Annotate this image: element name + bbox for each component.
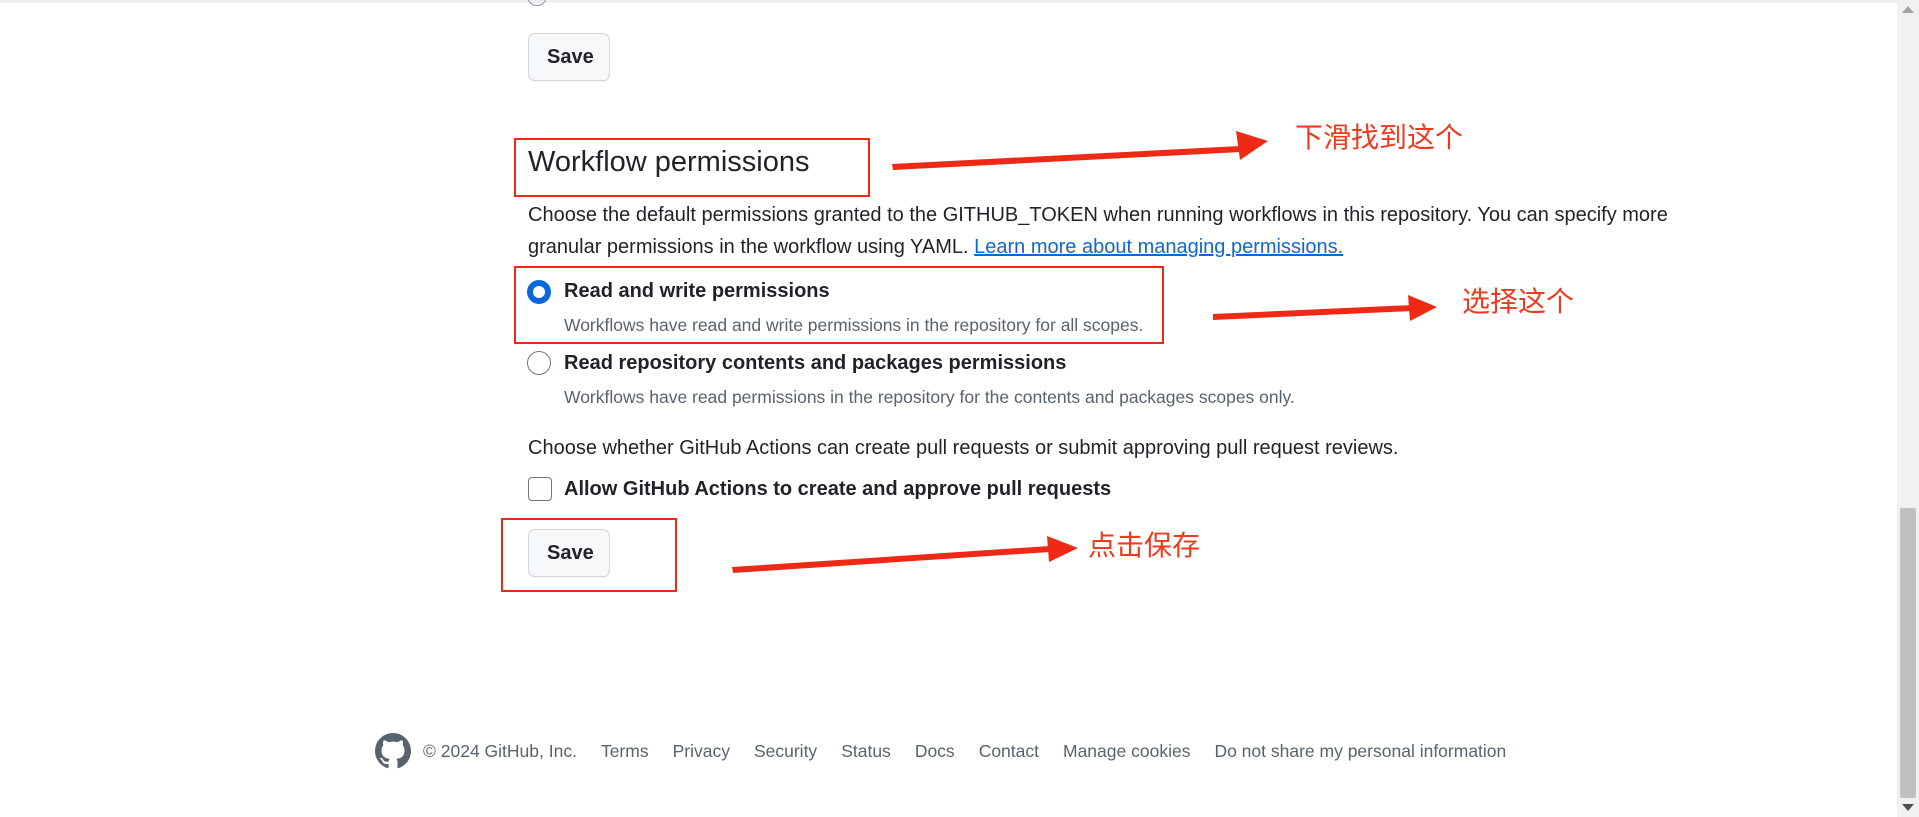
footer-link-status[interactable]: Status — [841, 741, 891, 762]
save-button-previous-section[interactable]: Save — [528, 33, 610, 81]
footer-link-manage-cookies[interactable]: Manage cookies — [1063, 741, 1190, 762]
annotation-save-hint: 点击保存 — [1088, 529, 1201, 562]
site-footer: © 2024 GitHub, Inc. Terms Privacy Securi… — [375, 733, 1530, 769]
footer-link-security[interactable]: Security — [754, 741, 817, 762]
top-divider — [0, 0, 1919, 3]
annotation-arrow-scroll — [892, 146, 1241, 170]
learn-more-permissions-link[interactable]: Learn more about managing permissions. — [974, 236, 1343, 258]
pull-request-permission-description: Choose whether GitHub Actions can create… — [528, 437, 1399, 459]
page-scrollbar[interactable] — [1897, 0, 1919, 817]
footer-link-privacy[interactable]: Privacy — [673, 741, 730, 762]
annotation-select-hint: 选择这个 — [1462, 285, 1575, 318]
allow-actions-create-pr-label[interactable]: Allow GitHub Actions to create and appro… — [564, 476, 1111, 502]
previous-option-radio[interactable] — [527, 0, 547, 6]
scrollbar-thumb[interactable] — [1900, 508, 1916, 798]
github-mark-icon[interactable] — [375, 733, 411, 769]
footer-copyright: © 2024 GitHub, Inc. — [423, 740, 577, 761]
read-only-permissions-label[interactable]: Read repository contents and packages pe… — [564, 350, 1066, 376]
repository-actions-settings-page: Save Workflow permissions Choose the def… — [0, 0, 1919, 817]
scroll-down-arrow-icon[interactable] — [1902, 804, 1914, 811]
scroll-up-arrow-icon[interactable] — [1902, 6, 1914, 13]
annotation-arrow-select — [1213, 305, 1413, 320]
annotation-highlight-title — [514, 138, 870, 197]
workflow-permissions-description: Choose the default permissions granted t… — [528, 199, 1668, 263]
footer-link-terms[interactable]: Terms — [601, 741, 649, 762]
allow-actions-create-pr-checkbox[interactable] — [528, 477, 552, 501]
read-only-permissions-note: Workflows have read permissions in the r… — [564, 387, 1295, 407]
annotation-scroll-hint: 下滑找到这个 — [1295, 121, 1464, 154]
read-only-permissions-radio[interactable] — [527, 351, 551, 375]
annotation-highlight-radio — [514, 266, 1164, 344]
footer-link-do-not-share[interactable]: Do not share my personal information — [1214, 741, 1506, 762]
annotation-highlight-save — [501, 518, 677, 592]
annotation-arrow-save — [732, 546, 1050, 573]
footer-link-contact[interactable]: Contact — [979, 741, 1039, 762]
footer-link-docs[interactable]: Docs — [915, 741, 955, 762]
